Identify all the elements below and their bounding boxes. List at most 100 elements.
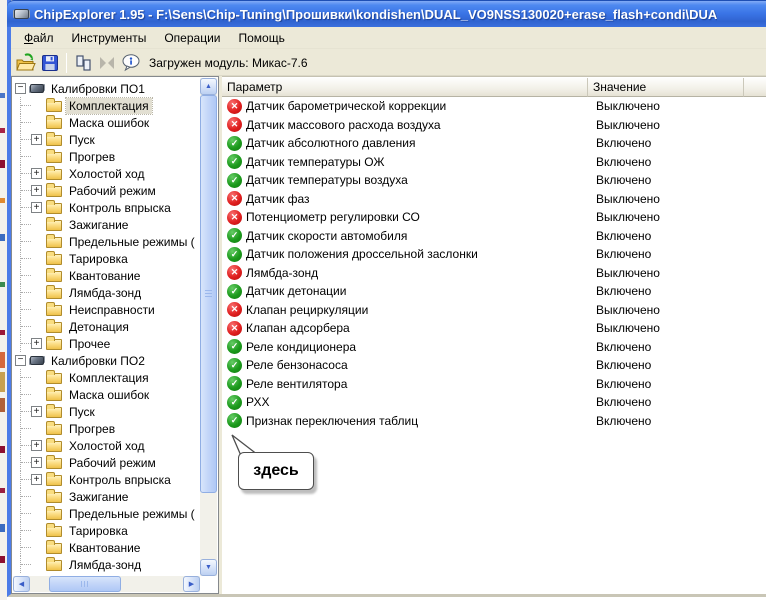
- tree-expander-icon[interactable]: [31, 219, 42, 230]
- tree-expander-icon[interactable]: [31, 338, 42, 349]
- desktop-icon-fragment: [0, 234, 5, 241]
- parameter-row[interactable]: РХХ Включено: [222, 393, 766, 412]
- tree-expander-icon[interactable]: [31, 542, 42, 553]
- tree-item[interactable]: Предельные режимы (: [13, 505, 200, 522]
- tree-item[interactable]: Детонация: [13, 318, 200, 335]
- tree-expander-icon[interactable]: [31, 525, 42, 536]
- menu-item[interactable]: Инструменты: [63, 28, 156, 48]
- compare-modules-button[interactable]: [71, 51, 95, 75]
- tree-item[interactable]: Прогрев: [13, 148, 200, 165]
- scroll-left-icon[interactable]: ◀: [13, 576, 30, 592]
- horizontal-scroll-thumb[interactable]: [49, 576, 121, 592]
- tree-expander-icon[interactable]: [31, 202, 42, 213]
- tree-item[interactable]: Контроль впрыска: [13, 471, 200, 488]
- scroll-down-icon[interactable]: ▼: [200, 559, 217, 576]
- tree-item[interactable]: Контроль впрыска: [13, 199, 200, 216]
- parameter-row[interactable]: Датчик температуры воздуха Включено: [222, 171, 766, 190]
- tree-item[interactable]: Тарировка: [13, 250, 200, 267]
- parameter-row[interactable]: Датчик массового расхода воздуха Выключе…: [222, 116, 766, 135]
- tree-vertical-scrollbar[interactable]: ▲ ▼: [200, 78, 217, 576]
- save-button[interactable]: [38, 51, 62, 75]
- tree-item[interactable]: Холостой ход: [13, 437, 200, 454]
- menu-item[interactable]: Операции: [155, 28, 229, 48]
- tree-item[interactable]: Рабочий режим: [13, 182, 200, 199]
- tree-expander-icon[interactable]: [31, 491, 42, 502]
- tree-item[interactable]: Калибровки ПО1: [13, 80, 200, 97]
- parameter-row[interactable]: Потенциометр регулировки СО Выключено: [222, 208, 766, 227]
- tree-node-icon: [46, 441, 62, 452]
- parameter-row[interactable]: Реле кондиционера Включено: [222, 338, 766, 357]
- tree-item[interactable]: Холостой ход: [13, 165, 200, 182]
- tree-item[interactable]: Рабочий режим: [13, 454, 200, 471]
- tree-expander-icon[interactable]: [31, 117, 42, 128]
- tree-item[interactable]: Неисправности: [13, 301, 200, 318]
- tree-item-label: Комплектация: [66, 98, 152, 114]
- parameter-row[interactable]: Реле вентилятора Включено: [222, 375, 766, 394]
- tree-expander-icon[interactable]: [31, 474, 42, 485]
- tree-item[interactable]: Зажигание: [13, 488, 200, 505]
- tree-item[interactable]: Комплектация: [13, 97, 200, 114]
- parameter-row[interactable]: Датчик положения дроссельной заслонки Вк…: [222, 245, 766, 264]
- parameter-row[interactable]: Датчик абсолютного давления Включено: [222, 134, 766, 153]
- tree-expander-icon[interactable]: [31, 457, 42, 468]
- tree-item[interactable]: Квантование: [13, 539, 200, 556]
- parameter-row[interactable]: Датчик фаз Выключено: [222, 190, 766, 209]
- parameter-value: Включено: [592, 173, 766, 187]
- vertical-scroll-thumb[interactable]: [200, 95, 217, 493]
- parameter-row[interactable]: Реле бензонасоса Включено: [222, 356, 766, 375]
- tree-item[interactable]: Квантование: [13, 267, 200, 284]
- parameter-row[interactable]: Датчик скорости автомобиля Включено: [222, 227, 766, 246]
- title-bar[interactable]: ChipExplorer 1.95 - F:\Sens\Chip-Tuning\…: [7, 0, 766, 27]
- tree-expander-icon[interactable]: [31, 287, 42, 298]
- tree-item[interactable]: Пуск: [13, 403, 200, 420]
- menu-item[interactable]: Файл: [15, 28, 63, 48]
- tree-expander-icon[interactable]: [31, 372, 42, 383]
- menu-item[interactable]: Помощь: [229, 28, 293, 48]
- tree-item[interactable]: Зажигание: [13, 216, 200, 233]
- tree-expander-icon[interactable]: [31, 185, 42, 196]
- tree-item[interactable]: Тарировка: [13, 522, 200, 539]
- tree-item[interactable]: Калибровки ПО2: [13, 352, 200, 369]
- tree-expander-icon[interactable]: [31, 100, 42, 111]
- tree-expander-icon[interactable]: [31, 134, 42, 145]
- parameter-row[interactable]: Клапан рециркуляции Выключено: [222, 301, 766, 320]
- parameter-row[interactable]: Датчик барометрической коррекции Выключе…: [222, 97, 766, 116]
- tree-horizontal-scrollbar[interactable]: ◀ ▶: [13, 576, 200, 592]
- tree-item[interactable]: Предельные режимы (: [13, 233, 200, 250]
- scroll-up-icon[interactable]: ▲: [200, 78, 217, 95]
- tree-item[interactable]: Маска ошибок: [13, 114, 200, 131]
- column-header-value[interactable]: Значение: [588, 78, 744, 97]
- tree-expander-icon[interactable]: [31, 321, 42, 332]
- module-info-button[interactable]: [119, 51, 143, 75]
- parameter-row[interactable]: Признак переключения таблиц Включено: [222, 412, 766, 431]
- parameter-row[interactable]: Клапан адсорбера Выключено: [222, 319, 766, 338]
- tree-item[interactable]: Прогрев: [13, 420, 200, 437]
- tree-item[interactable]: Прочее: [13, 335, 200, 352]
- tree-expander-icon[interactable]: [31, 253, 42, 264]
- parameter-row[interactable]: Лямбда-зонд Выключено: [222, 264, 766, 283]
- tree-expander-icon[interactable]: [31, 423, 42, 434]
- parameter-value: Включено: [592, 229, 766, 243]
- tree-expander-icon[interactable]: [31, 559, 42, 570]
- parameter-row[interactable]: Датчик детонации Включено: [222, 282, 766, 301]
- tree-expander-icon[interactable]: [31, 270, 42, 281]
- tree-expander-icon[interactable]: [31, 406, 42, 417]
- tree-item[interactable]: Лямбда-зонд: [13, 556, 200, 573]
- tree-expander-icon[interactable]: [31, 508, 42, 519]
- tree-expander-icon[interactable]: [31, 440, 42, 451]
- tree-expander-icon[interactable]: [15, 355, 26, 366]
- tree-item[interactable]: Пуск: [13, 131, 200, 148]
- tree-item[interactable]: Маска ошибок: [13, 386, 200, 403]
- tree-expander-icon[interactable]: [15, 83, 26, 94]
- tree-expander-icon[interactable]: [31, 151, 42, 162]
- tree-expander-icon[interactable]: [31, 389, 42, 400]
- tree-item[interactable]: Лямбда-зонд: [13, 284, 200, 301]
- tree-expander-icon[interactable]: [31, 236, 42, 247]
- tree-expander-icon[interactable]: [31, 304, 42, 315]
- parameter-row[interactable]: Датчик температуры ОЖ Включено: [222, 153, 766, 172]
- open-file-button[interactable]: [14, 51, 38, 75]
- scroll-right-icon[interactable]: ▶: [183, 576, 200, 592]
- tree-expander-icon[interactable]: [31, 168, 42, 179]
- column-header-parameter[interactable]: Параметр: [222, 78, 588, 97]
- tree-item[interactable]: Комплектация: [13, 369, 200, 386]
